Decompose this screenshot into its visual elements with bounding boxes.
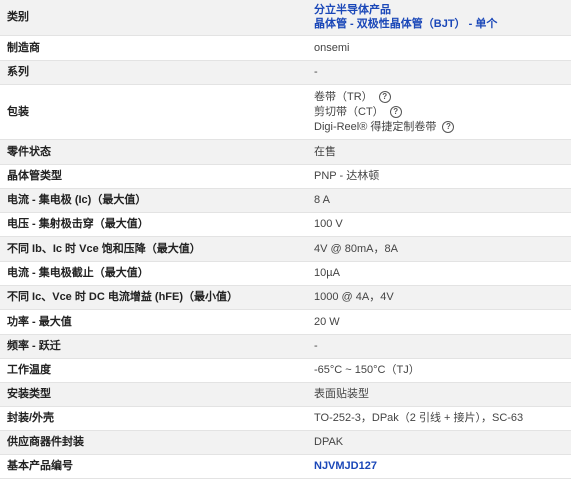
row-manufacturer: 制造商 onsemi bbox=[0, 35, 571, 61]
collector-current-label: 电流 - 集电极 (Ic)（最大值） bbox=[0, 188, 308, 213]
row-vce-saturation: 不同 Ib、Ic 时 Vce 饱和压降（最大值） 4V @ 80mA，8A bbox=[0, 236, 571, 262]
help-icon[interactable]: ? bbox=[389, 105, 402, 118]
category-label: 类别 bbox=[0, 0, 308, 36]
packaging-option-ct: 剪切带（CT） ? bbox=[314, 104, 571, 119]
base-product-number-link[interactable]: NJVMJD127 bbox=[314, 460, 377, 472]
max-power-label: 功率 - 最大值 bbox=[0, 309, 308, 335]
row-breakdown-voltage: 电压 - 集射极击穿（最大值） 100 V bbox=[0, 212, 571, 237]
max-power-value: 20 W bbox=[308, 309, 571, 335]
category-link-discrete[interactable]: 分立半导体产品 bbox=[314, 4, 391, 16]
packaging-option-label: 卷带（TR） bbox=[314, 90, 373, 103]
transistor-type-value: PNP - 达林顿 bbox=[308, 164, 571, 189]
row-mounting-type: 安装类型 表面贴装型 bbox=[0, 382, 571, 407]
supplier-package-value: DPAK bbox=[308, 430, 571, 455]
dc-gain-label: 不同 Ic、Vce 时 DC 电流增益 (hFE)（最小值） bbox=[0, 285, 308, 310]
row-collector-current: 电流 - 集电极 (Ic)（最大值） 8 A bbox=[0, 188, 571, 213]
breakdown-voltage-value: 100 V bbox=[308, 212, 571, 237]
supplier-package-label: 供应商器件封装 bbox=[0, 430, 308, 455]
transistor-type-label: 晶体管类型 bbox=[0, 164, 308, 189]
product-attributes-table: 类别 分立半导体产品 晶体管 - 双极性晶体管（BJT） - 单个 制造商 on… bbox=[0, 0, 571, 479]
package-case-value: TO-252-3，DPak（2 引线 + 接片），SC-63 bbox=[308, 406, 571, 431]
manufacturer-label: 制造商 bbox=[0, 35, 308, 61]
packaging-option-label: Digi-Reel® 得捷定制卷带 bbox=[314, 120, 437, 133]
row-supplier-package: 供应商器件封装 DPAK bbox=[0, 430, 571, 455]
operating-temperature-value: -65°C ~ 150°C（TJ） bbox=[308, 358, 571, 383]
row-base-product-number: 基本产品编号 NJVMJD127 bbox=[0, 454, 571, 479]
series-label: 系列 bbox=[0, 60, 308, 85]
base-product-number-label: 基本产品编号 bbox=[0, 454, 308, 479]
transition-frequency-value: - bbox=[308, 334, 571, 359]
vce-saturation-value: 4V @ 80mA，8A bbox=[308, 236, 571, 262]
operating-temperature-label: 工作温度 bbox=[0, 358, 308, 383]
row-category: 类别 分立半导体产品 晶体管 - 双极性晶体管（BJT） - 单个 bbox=[0, 0, 571, 36]
part-status-value: 在售 bbox=[308, 139, 571, 165]
row-part-status: 零件状态 在售 bbox=[0, 139, 571, 165]
packaging-option-tr: 卷带（TR） ? bbox=[314, 89, 571, 104]
row-max-power: 功率 - 最大值 20 W bbox=[0, 309, 571, 335]
dc-gain-value: 1000 @ 4A，4V bbox=[308, 285, 571, 310]
package-case-label: 封装/外壳 bbox=[0, 406, 308, 431]
mounting-type-value: 表面贴装型 bbox=[308, 382, 571, 407]
mounting-type-label: 安装类型 bbox=[0, 382, 308, 407]
row-transistor-type: 晶体管类型 PNP - 达林顿 bbox=[0, 164, 571, 189]
row-series: 系列 - bbox=[0, 60, 571, 85]
series-value: - bbox=[308, 60, 571, 85]
collector-current-value: 8 A bbox=[308, 188, 571, 213]
category-link-bjt-single[interactable]: 晶体管 - 双极性晶体管（BJT） - 单个 bbox=[314, 18, 497, 30]
help-icon[interactable]: ? bbox=[442, 120, 455, 133]
transition-frequency-label: 频率 - 跃迁 bbox=[0, 334, 308, 359]
row-dc-gain: 不同 Ic、Vce 时 DC 电流增益 (hFE)（最小值） 1000 @ 4A… bbox=[0, 285, 571, 310]
packaging-label: 包装 bbox=[0, 84, 308, 140]
manufacturer-value: onsemi bbox=[308, 35, 571, 61]
row-collector-cutoff: 电流 - 集电极截止（最大值） 10µA bbox=[0, 261, 571, 286]
collector-cutoff-label: 电流 - 集电极截止（最大值） bbox=[0, 261, 308, 286]
packaging-option-label: 剪切带（CT） bbox=[314, 105, 384, 118]
part-status-label: 零件状态 bbox=[0, 139, 308, 165]
row-package-case: 封装/外壳 TO-252-3，DPak（2 引线 + 接片），SC-63 bbox=[0, 406, 571, 431]
help-icon[interactable]: ? bbox=[378, 90, 391, 103]
row-transition-frequency: 频率 - 跃迁 - bbox=[0, 334, 571, 359]
base-product-number-value: NJVMJD127 bbox=[308, 454, 571, 479]
packaging-value: 卷带（TR） ? 剪切带（CT） ? Digi-Reel® 得捷定制卷带 ? bbox=[308, 84, 571, 140]
collector-cutoff-value: 10µA bbox=[308, 261, 571, 286]
packaging-option-digireel: Digi-Reel® 得捷定制卷带 ? bbox=[314, 119, 571, 134]
vce-saturation-label: 不同 Ib、Ic 时 Vce 饱和压降（最大值） bbox=[0, 236, 308, 262]
category-value: 分立半导体产品 晶体管 - 双极性晶体管（BJT） - 单个 bbox=[308, 0, 571, 36]
row-packaging: 包装 卷带（TR） ? 剪切带（CT） ? Digi-Reel® 得捷定制卷带 … bbox=[0, 84, 571, 140]
row-operating-temperature: 工作温度 -65°C ~ 150°C（TJ） bbox=[0, 358, 571, 383]
breakdown-voltage-label: 电压 - 集射极击穿（最大值） bbox=[0, 212, 308, 237]
